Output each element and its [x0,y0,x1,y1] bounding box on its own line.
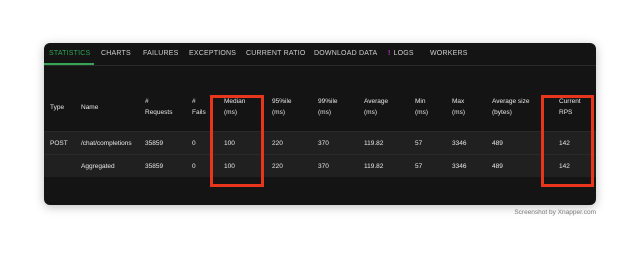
cell-name: Aggregated [81,163,115,170]
cell-median: 100 [224,163,235,170]
active-tab-indicator [44,63,94,65]
header-99ile: 99%ile (ms) [318,98,338,116]
cell-median: 100 [224,140,235,147]
tab-workers[interactable]: WORKERS [430,50,468,57]
tab-charts[interactable]: CHARTS [101,50,131,57]
cell-95ile: 220 [272,140,283,147]
header-max: Max (ms) [452,98,465,116]
cell-requests: 35859 [145,163,164,170]
watermark-text: Screenshot by Xnapper.com [514,209,596,216]
tab-statistics[interactable]: STATISTICS [49,50,90,57]
header-95ile: 95%ile (ms) [272,98,292,116]
cell-average-size: 489 [492,163,503,170]
screenshot-stage: STATISTICS CHARTS FAILURES EXCEPTIONS CU… [0,0,640,262]
cell-type: POST [50,140,68,147]
header-type: Type [50,104,65,111]
cell-average-size: 489 [492,140,503,147]
header-average-size: Average size (bytes) [492,98,530,116]
tab-logs[interactable]: ! LOGS [388,50,414,57]
cell-requests: 35859 [145,140,164,147]
cell-average: 119.82 [364,163,384,170]
cell-current-rps: 142 [559,140,570,147]
cell-fails: 0 [192,140,196,147]
table-row: POST /chat/completions 35859 0 100 220 3… [44,131,596,154]
table-row: Aggregated 35859 0 100 220 370 119.82 57… [44,154,596,177]
header-median: Median (ms) [224,98,246,116]
cell-current-rps: 142 [559,163,570,170]
exclamation-icon: ! [388,50,391,57]
cell-95ile: 220 [272,163,283,170]
header-requests: # Requests [145,98,173,116]
header-current-rps: Current RPS [559,98,581,116]
cell-min: 57 [415,163,423,170]
header-min: Min (ms) [415,98,428,116]
cell-max: 3346 [452,140,467,147]
cell-name: /chat/completions [81,140,132,147]
header-fails: # Fails [192,98,206,116]
cell-min: 57 [415,140,423,147]
tab-current-ratio[interactable]: CURRENT RATIO [246,50,306,57]
tab-logs-label: LOGS [393,50,414,57]
tab-exceptions[interactable]: EXCEPTIONS [189,50,236,57]
cell-max: 3346 [452,163,467,170]
table-header-row: Type Name # Requests # Fails Median (ms) 95… [44,91,596,131]
cell-99ile: 370 [318,140,329,147]
header-name: Name [81,104,99,111]
cell-99ile: 370 [318,163,329,170]
tab-failures[interactable]: FAILURES [143,50,178,57]
tab-bar: STATISTICS CHARTS FAILURES EXCEPTIONS CU… [44,43,596,66]
tab-download-data[interactable]: DOWNLOAD DATA [314,50,377,57]
cell-fails: 0 [192,163,196,170]
cell-average: 119.82 [364,140,384,147]
header-average: Average (ms) [364,98,389,116]
locust-stats-window: STATISTICS CHARTS FAILURES EXCEPTIONS CU… [44,43,596,205]
